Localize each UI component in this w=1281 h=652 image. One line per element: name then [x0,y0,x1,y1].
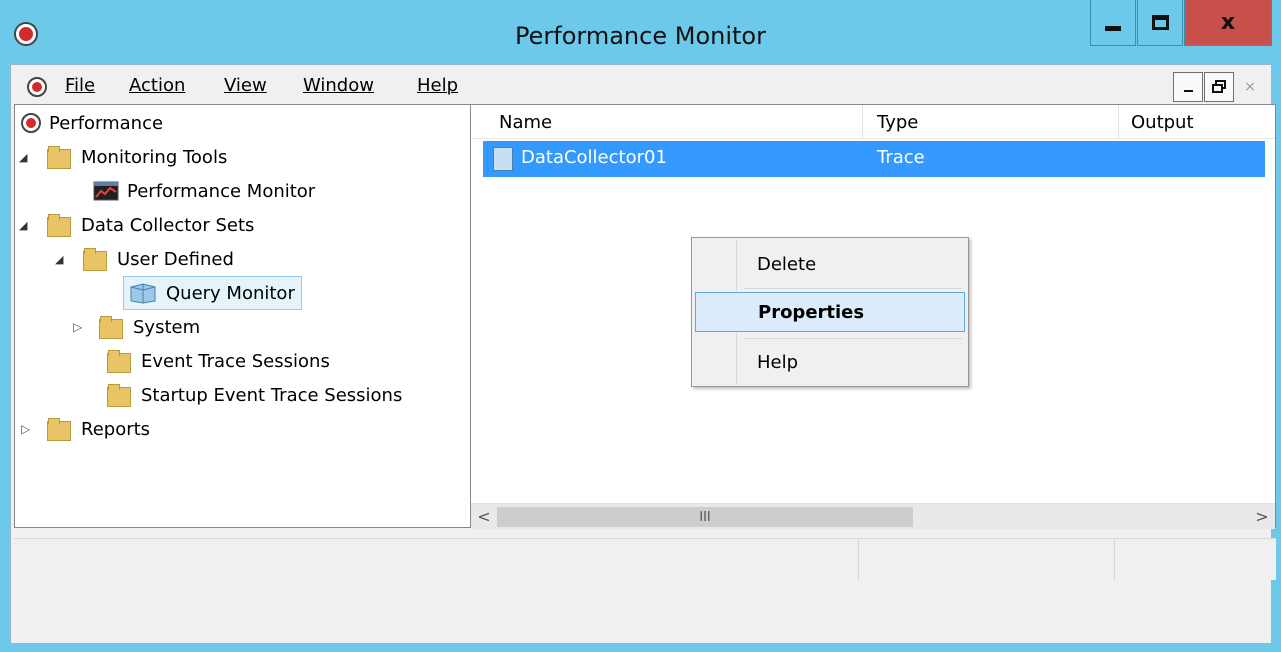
tree-item-startup-event-trace-sessions[interactable]: Startup Event Trace Sessions [107,379,402,411]
menu-window[interactable]: Window [303,75,374,96]
context-menu-help[interactable]: Help [695,342,965,382]
child-window-controls: × [1173,72,1267,102]
minimize-icon [1105,26,1121,31]
table-row[interactable]: DataCollector01 Trace [483,141,1265,177]
child-restore-button[interactable] [1204,72,1234,102]
expanded-triangle-icon[interactable]: ◢ [19,151,37,164]
context-menu: Delete Properties Help [691,237,969,387]
child-close-button[interactable]: × [1235,72,1265,102]
scroll-right-button[interactable]: > [1249,504,1275,529]
performance-icon [21,113,41,133]
scroll-left-button[interactable]: < [471,504,497,529]
reports-icon [47,418,73,441]
window-title: Performance Monitor [515,22,766,50]
menu-action[interactable]: Action [129,75,185,96]
status-bar [14,538,1276,581]
tree-item-monitoring-tools[interactable]: ◢ Monitoring Tools [19,141,227,173]
menu-view[interactable]: View [224,75,267,96]
row-type: Trace [877,147,925,168]
close-button[interactable]: x [1184,0,1272,46]
tree-item-query-monitor[interactable]: Query Monitor [123,276,302,310]
app-window: Performance Monitor x File Action View W… [0,0,1281,652]
tree-item-reports[interactable]: ▷ Reports [21,413,150,445]
maximize-icon [1151,15,1169,30]
restore-icon [1212,80,1226,93]
trace-file-icon [493,147,513,171]
tree-item-system[interactable]: ▷ System [73,311,200,343]
user-defined-icon [83,248,109,271]
horizontal-scrollbar[interactable]: < III > [471,503,1275,529]
console-tree[interactable]: Performance ◢ Monitoring Tools Performan… [14,104,472,528]
expanded-triangle-icon[interactable]: ◢ [19,219,37,232]
tree-item-performance[interactable]: Performance [21,107,163,139]
minimize-button[interactable] [1090,0,1136,46]
child-minimize-button[interactable] [1173,72,1203,102]
scroll-thumb[interactable]: III [497,507,913,527]
monitoring-tools-icon [47,146,73,169]
column-header-type[interactable]: Type [863,105,1119,139]
query-monitor-icon [130,283,156,304]
performance-monitor-icon [93,181,119,201]
tree-item-data-collector-sets[interactable]: ◢ Data Collector Sets [19,209,254,241]
column-header-output[interactable]: Output [1119,105,1275,139]
column-header-name[interactable]: Name [483,105,863,139]
tree-item-event-trace-sessions[interactable]: Event Trace Sessions [107,345,330,377]
context-menu-delete[interactable]: Delete [695,244,965,284]
tree-item-user-defined[interactable]: ◢ User Defined [55,243,234,275]
row-name: DataCollector01 [521,147,667,168]
event-trace-icon [107,350,133,373]
collapsed-triangle-icon[interactable]: ▷ [21,422,37,436]
system-icon [99,316,125,339]
context-menu-properties[interactable]: Properties [695,292,965,332]
collapsed-triangle-icon[interactable]: ▷ [73,320,89,334]
maximize-button[interactable] [1137,0,1183,46]
mmc-document-icon[interactable] [27,77,47,97]
menu-help[interactable]: Help [417,75,458,96]
expanded-triangle-icon[interactable]: ◢ [55,253,73,266]
tree-item-performance-monitor[interactable]: Performance Monitor [93,175,315,207]
menu-bar: File Action View Window Help × [11,65,1271,107]
data-collector-sets-icon [47,214,73,237]
minimize-icon [1183,90,1193,92]
menu-file[interactable]: File [65,75,95,96]
list-header: Name Type Output [471,105,1275,139]
title-bar[interactable]: Performance Monitor x [0,0,1281,64]
startup-event-trace-icon [107,384,133,407]
